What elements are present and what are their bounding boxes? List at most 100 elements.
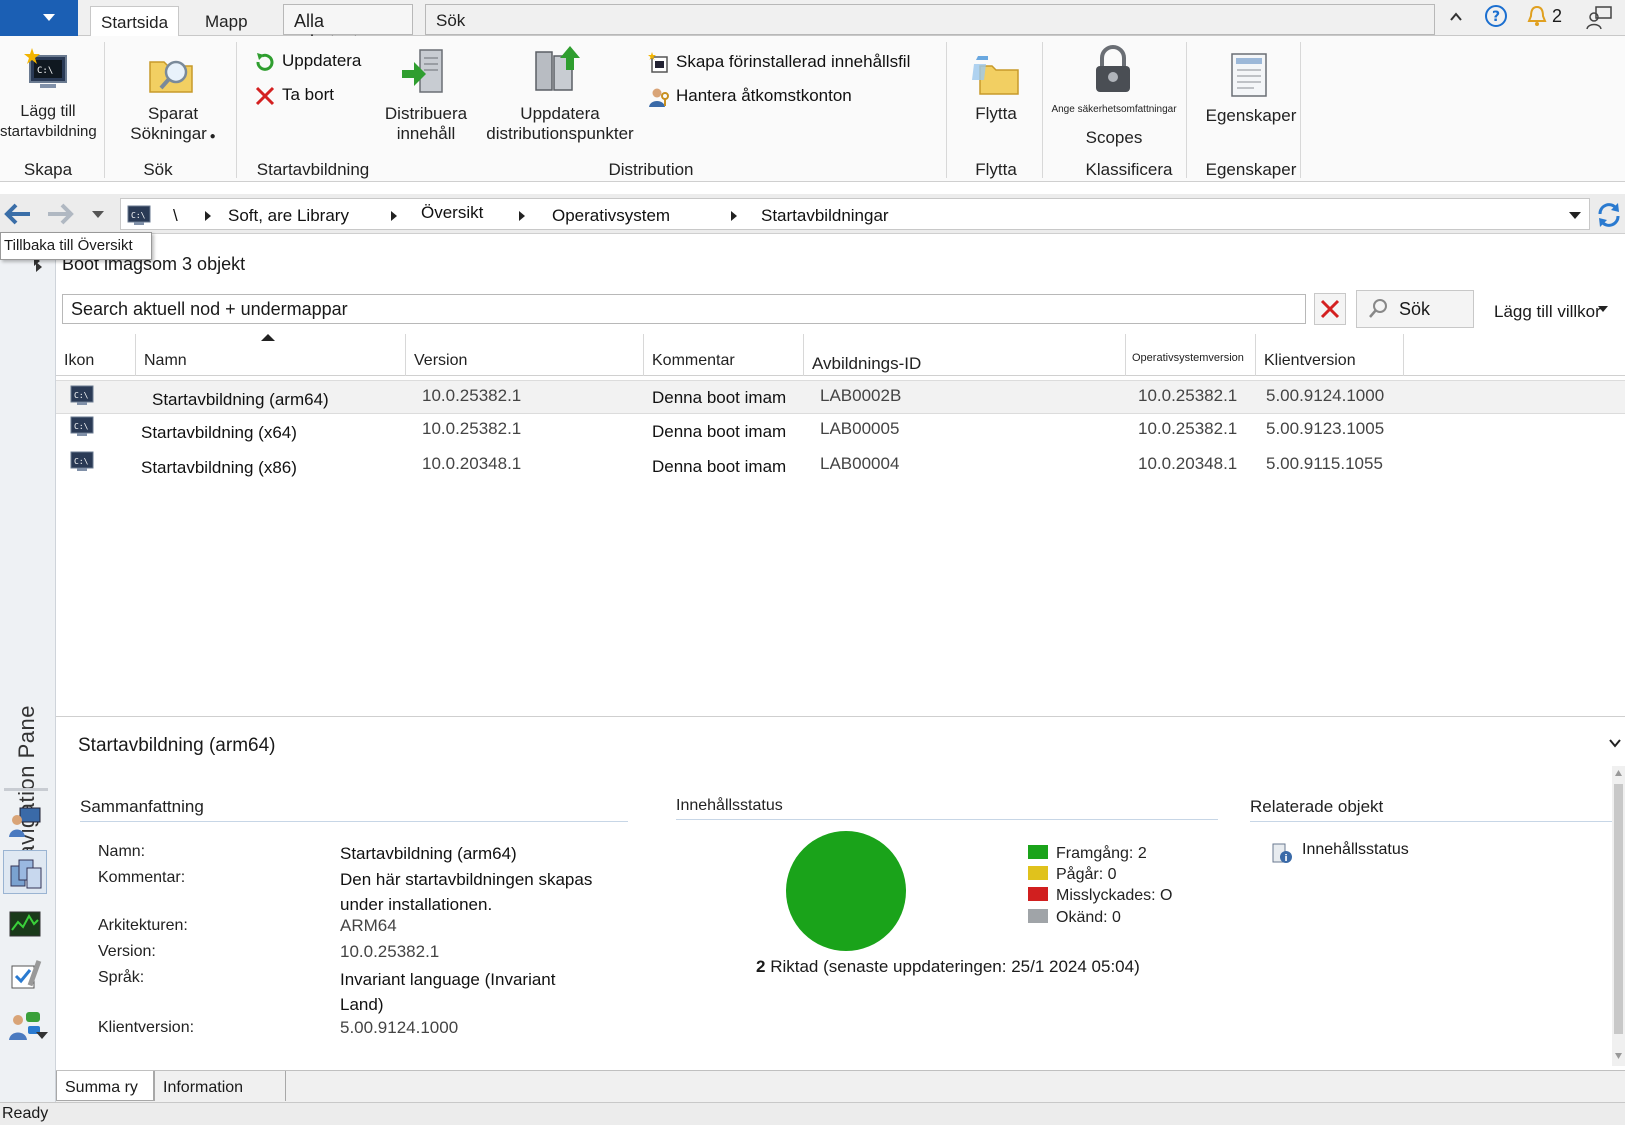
assets-workspace-icon[interactable]	[8, 804, 42, 838]
monitoring-workspace-icon[interactable]	[8, 908, 42, 942]
padlock-icon	[1096, 45, 1130, 92]
field-value-client-version: 5.00.9124.1000	[340, 1018, 459, 1037]
group-separator	[1186, 42, 1187, 178]
detail-title: Startavbildning (arm64)	[78, 735, 276, 756]
refresh-icon[interactable]	[1596, 202, 1622, 228]
row-client-version: 5.00.9115.1055	[1266, 454, 1383, 473]
column-header-version[interactable]: Version	[406, 334, 644, 376]
refresh-icon	[256, 52, 274, 71]
field-value-architecture: ARM64	[340, 916, 397, 935]
tab-search[interactable]: Sök	[425, 4, 1435, 35]
manage-access-accounts-button[interactable]: Hantera åtkomstkonton	[648, 84, 852, 108]
nav-overflow-icon[interactable]	[36, 1032, 48, 1039]
group-distribution-label: Distribution	[608, 160, 694, 179]
collapse-ribbon-icon[interactable]	[1449, 10, 1463, 24]
legend-swatch-failed	[1028, 887, 1048, 901]
search-icon	[1369, 299, 1387, 318]
add-criteria-button[interactable]: Lägg till villkor	[1494, 302, 1601, 322]
update-distribution-points-icon	[535, 46, 580, 91]
field-value-language-1: Invariant language (Invariant	[340, 970, 556, 989]
app-menu-button[interactable]	[0, 0, 78, 36]
legend-label-failed: Misslyckades: O	[1056, 887, 1173, 904]
clear-search-button[interactable]	[1314, 293, 1346, 325]
row-version: 10.0.20348.1	[422, 454, 522, 473]
tab-home[interactable]: Startsida	[90, 6, 180, 37]
column-header-name[interactable]: Namn	[136, 334, 406, 376]
forward-arrow-icon[interactable]	[44, 200, 76, 228]
back-arrow-icon[interactable]	[2, 200, 34, 228]
history-dropdown-icon[interactable]	[92, 211, 104, 218]
expand-icon[interactable]	[36, 262, 42, 272]
feedback-icon[interactable]	[1586, 4, 1614, 30]
svg-text:C:\: C:\	[37, 66, 53, 76]
add-criteria-label: Lägg till villkor	[1494, 302, 1601, 321]
row-image-id: LAB00004	[820, 454, 900, 473]
column-header-icon[interactable]: Ikon	[56, 334, 136, 376]
related-objects-header: Relaterade objekt	[1250, 797, 1622, 822]
column-header-comment[interactable]: Kommentar	[644, 334, 804, 376]
row-image-id: LAB00005	[820, 419, 900, 438]
delete-button[interactable]: Ta bort	[254, 83, 334, 107]
tab-all-workspaces[interactable]: Alla arbetsytor	[283, 4, 413, 52]
search-button[interactable]: Sök	[1356, 290, 1474, 328]
breadcrumb-root[interactable]: \	[173, 206, 178, 226]
breadcrumb-overview[interactable]: Översikt	[421, 203, 483, 223]
refresh-button[interactable]: Uppdatera	[254, 49, 361, 73]
help-icon[interactable]: ?	[1484, 4, 1508, 28]
field-label-architecture: Arkitekturen:	[98, 917, 188, 934]
legend-item-unknown: Okänd: 0	[1028, 909, 1121, 927]
administration-workspace-icon[interactable]	[8, 958, 42, 992]
column-header-os-version[interactable]: Operativsystemversion	[1126, 334, 1256, 376]
breadcrumb-separator-icon	[205, 211, 211, 221]
group-move-label: Flytta	[975, 160, 1017, 179]
table-row[interactable]: C:\ Startavbildning (x64) 10.0.25382.1 D…	[56, 415, 1625, 449]
refresh-label: Uppdatera	[282, 51, 362, 70]
field-label-name: Namn:	[98, 843, 146, 860]
breadcrumb-boot-images[interactable]: Startavbildningar	[761, 206, 889, 226]
breadcrumb-software-library[interactable]: Soft, are Library	[228, 206, 349, 226]
column-header-client-version[interactable]: Klientversion	[1256, 334, 1404, 376]
row-client-version: 5.00.9124.1000	[1266, 386, 1385, 405]
boot-image-node-icon: C:\	[127, 205, 151, 225]
table-row[interactable]: C:\ Startavbildning (arm64) 10.0.25382.1…	[56, 380, 1625, 414]
row-image-id: LAB0002B	[820, 386, 902, 405]
grid-header: Ikon Namn Version Kommentar Avbildnings-…	[56, 334, 1625, 376]
navigation-pane[interactable]: Navigation Pane	[0, 236, 56, 1102]
targeted-summary: 2 Riktad (senaste uppdateringen: 25/1 20…	[756, 957, 1140, 977]
tab-summary[interactable]: Summa ry	[56, 1071, 154, 1101]
properties-label: Egenskaper	[1205, 106, 1297, 125]
svg-text:i: i	[1284, 854, 1287, 864]
field-value-comment-1: Den här startavbildningen skapas	[340, 870, 593, 889]
column-header-image-id[interactable]: Avbildnings-ID	[804, 334, 1126, 376]
scroll-down-icon[interactable]	[1614, 1052, 1623, 1060]
svg-text:C:\: C:\	[74, 457, 89, 466]
table-row[interactable]: C:\ Startavbildning (x86) 10.0.20348.1 D…	[56, 450, 1625, 484]
address-dropdown-icon[interactable]	[1569, 212, 1581, 219]
search-input[interactable]: Search aktuell nod + undermappar	[62, 294, 1306, 324]
related-item-label: Innehållsstatus	[1302, 841, 1409, 858]
row-comment: Denna boot imam	[652, 457, 787, 476]
svg-text:C:\: C:\	[74, 422, 89, 431]
scroll-up-icon[interactable]	[1614, 769, 1623, 777]
boot-image-add-icon: C:\	[24, 48, 67, 88]
field-value-version: 10.0.25382.1	[340, 942, 440, 961]
scrollbar-thumb[interactable]	[1614, 784, 1623, 1034]
tab-folder[interactable]: Mapp	[195, 6, 258, 36]
row-name: Startavbildning (x64)	[141, 423, 297, 442]
software-library-workspace-button[interactable]	[3, 850, 47, 894]
add-criteria-dropdown-icon[interactable]	[1598, 306, 1608, 312]
clear-icon	[1320, 299, 1340, 319]
create-prestaged-content-button[interactable]: Skapa förinstallerad innehållsfil	[648, 50, 910, 74]
details-scrollbar[interactable]	[1612, 766, 1625, 1066]
breadcrumb[interactable]: C:\ \ Soft, are Library Översikt Operati…	[120, 198, 1590, 230]
tab-information[interactable]: Information	[154, 1071, 286, 1101]
group-separator	[946, 42, 947, 178]
collapse-details-icon[interactable]	[1608, 737, 1622, 749]
bell-icon[interactable]	[1526, 4, 1548, 28]
breadcrumb-operating-systems[interactable]: Operativsystem	[552, 206, 670, 226]
ribbon: C:\ Lägg till startavbildning Skapa Spara…	[0, 36, 1625, 182]
distribute-content-icon	[402, 49, 443, 93]
legend-item-failed: Misslyckades: O	[1028, 887, 1172, 905]
properties-icon	[1231, 53, 1267, 97]
targeted-count: 2	[756, 957, 766, 976]
